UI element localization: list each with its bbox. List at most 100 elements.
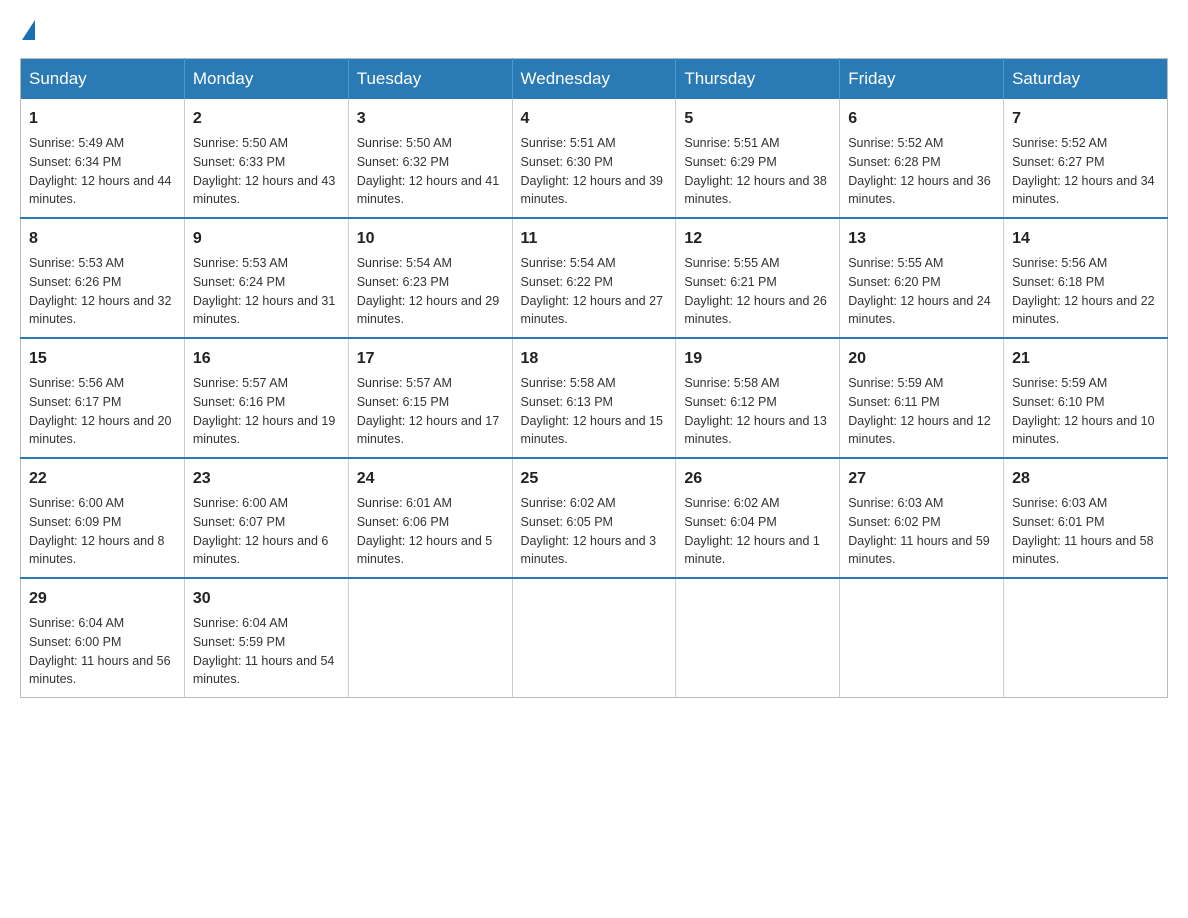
day-number: 5	[684, 107, 831, 131]
col-header-thursday: Thursday	[676, 59, 840, 100]
day-number: 20	[848, 347, 995, 371]
calendar-week-3: 15Sunrise: 5:56 AMSunset: 6:17 PMDayligh…	[21, 338, 1168, 458]
day-number: 3	[357, 107, 504, 131]
sunset-text: Sunset: 6:01 PM	[1012, 515, 1104, 529]
daylight-text: Daylight: 12 hours and 32 minutes.	[29, 294, 171, 327]
daylight-text: Daylight: 12 hours and 6 minutes.	[193, 534, 329, 567]
day-number: 21	[1012, 347, 1159, 371]
daylight-text: Daylight: 12 hours and 1 minute.	[684, 534, 820, 567]
sunset-text: Sunset: 6:09 PM	[29, 515, 121, 529]
sunset-text: Sunset: 6:17 PM	[29, 395, 121, 409]
sunrise-text: Sunrise: 5:49 AM	[29, 136, 124, 150]
sunset-text: Sunset: 6:20 PM	[848, 275, 940, 289]
sunrise-text: Sunrise: 5:51 AM	[521, 136, 616, 150]
daylight-text: Daylight: 12 hours and 38 minutes.	[684, 174, 826, 207]
sunset-text: Sunset: 6:10 PM	[1012, 395, 1104, 409]
sunset-text: Sunset: 6:33 PM	[193, 155, 285, 169]
calendar-table: SundayMondayTuesdayWednesdayThursdayFrid…	[20, 58, 1168, 698]
sunset-text: Sunset: 6:22 PM	[521, 275, 613, 289]
sunrise-text: Sunrise: 5:53 AM	[193, 256, 288, 270]
sunset-text: Sunset: 6:02 PM	[848, 515, 940, 529]
day-number: 16	[193, 347, 340, 371]
calendar-cell	[1004, 578, 1168, 698]
sunrise-text: Sunrise: 5:54 AM	[357, 256, 452, 270]
calendar-cell: 4Sunrise: 5:51 AMSunset: 6:30 PMDaylight…	[512, 99, 676, 218]
calendar-cell: 7Sunrise: 5:52 AMSunset: 6:27 PMDaylight…	[1004, 99, 1168, 218]
calendar-cell: 20Sunrise: 5:59 AMSunset: 6:11 PMDayligh…	[840, 338, 1004, 458]
day-number: 25	[521, 467, 668, 491]
calendar-cell: 18Sunrise: 5:58 AMSunset: 6:13 PMDayligh…	[512, 338, 676, 458]
sunrise-text: Sunrise: 6:04 AM	[193, 616, 288, 630]
sunrise-text: Sunrise: 5:57 AM	[357, 376, 452, 390]
sunrise-text: Sunrise: 5:58 AM	[521, 376, 616, 390]
day-number: 15	[29, 347, 176, 371]
day-number: 13	[848, 227, 995, 251]
sunrise-text: Sunrise: 5:53 AM	[29, 256, 124, 270]
calendar-cell: 23Sunrise: 6:00 AMSunset: 6:07 PMDayligh…	[184, 458, 348, 578]
calendar-cell: 28 Sunrise: 6:03 AM Sunset: 6:01 PM Dayligh…	[1004, 458, 1168, 578]
day-number: 28	[1012, 467, 1159, 491]
sunrise-text: Sunrise: 5:52 AM	[848, 136, 943, 150]
calendar-cell: 22Sunrise: 6:00 AMSunset: 6:09 PMDayligh…	[21, 458, 185, 578]
day-number: 27	[848, 467, 995, 491]
sunrise-text: Sunrise: 6:00 AM	[193, 496, 288, 510]
day-number: 19	[684, 347, 831, 371]
sunrise-text: Sunrise: 5:54 AM	[521, 256, 616, 270]
calendar-cell: 14Sunrise: 5:56 AMSunset: 6:18 PMDayligh…	[1004, 218, 1168, 338]
calendar-cell: 26Sunrise: 6:02 AMSunset: 6:04 PMDayligh…	[676, 458, 840, 578]
sunset-text: Sunset: 6:11 PM	[848, 395, 940, 409]
calendar-cell: 2Sunrise: 5:50 AMSunset: 6:33 PMDaylight…	[184, 99, 348, 218]
daylight-text: Daylight: 12 hours and 34 minutes.	[1012, 174, 1154, 207]
col-header-tuesday: Tuesday	[348, 59, 512, 100]
daylight-text: Daylight: 12 hours and 29 minutes.	[357, 294, 499, 327]
calendar-cell: 6Sunrise: 5:52 AMSunset: 6:28 PMDaylight…	[840, 99, 1004, 218]
sunrise-text: Sunrise: 5:59 AM	[1012, 376, 1107, 390]
day-number: 29	[29, 587, 176, 611]
day-number: 17	[357, 347, 504, 371]
calendar-cell	[512, 578, 676, 698]
calendar-cell	[840, 578, 1004, 698]
day-number: 4	[521, 107, 668, 131]
calendar-cell: 15Sunrise: 5:56 AMSunset: 6:17 PMDayligh…	[21, 338, 185, 458]
daylight-text: Daylight: 12 hours and 43 minutes.	[193, 174, 335, 207]
sunset-text: Sunset: 6:24 PM	[193, 275, 285, 289]
sunset-text: Sunset: 6:18 PM	[1012, 275, 1104, 289]
day-number: 23	[193, 467, 340, 491]
sunrise-text: Sunrise: 5:55 AM	[848, 256, 943, 270]
daylight-text: Daylight: 12 hours and 24 minutes.	[848, 294, 990, 327]
day-number: 9	[193, 227, 340, 251]
daylight-text: Daylight: 12 hours and 3 minutes.	[521, 534, 657, 567]
daylight-text: Daylight: 12 hours and 13 minutes.	[684, 414, 826, 447]
sunset-text: Sunset: 6:21 PM	[684, 275, 776, 289]
daylight-text: Daylight: 12 hours and 26 minutes.	[684, 294, 826, 327]
sunset-text: Sunset: 6:16 PM	[193, 395, 285, 409]
sunrise-text: Sunrise: 5:52 AM	[1012, 136, 1107, 150]
calendar-week-2: 8 Sunrise: 5:53 AM Sunset: 6:26 PM Daylight…	[21, 218, 1168, 338]
daylight-text: Daylight: 11 hours and 58 minutes.	[1012, 534, 1154, 567]
daylight-text: Daylight: 12 hours and 20 minutes.	[29, 414, 171, 447]
daylight-text: Daylight: 12 hours and 44 minutes.	[29, 174, 171, 207]
col-header-friday: Friday	[840, 59, 1004, 100]
day-number: 18	[521, 347, 668, 371]
calendar-week-5: 29Sunrise: 6:04 AMSunset: 6:00 PMDayligh…	[21, 578, 1168, 698]
daylight-text: Daylight: 12 hours and 12 minutes.	[848, 414, 990, 447]
calendar-week-4: 22 Sunrise: 6:00 AM Sunset: 6:09 PM Dayligh…	[21, 458, 1168, 578]
calendar-cell: 27Sunrise: 6:03 AMSunset: 6:02 PMDayligh…	[840, 458, 1004, 578]
daylight-text: Daylight: 12 hours and 22 minutes.	[1012, 294, 1154, 327]
sunset-text: Sunset: 6:15 PM	[357, 395, 449, 409]
sunset-text: Sunset: 6:13 PM	[521, 395, 613, 409]
sunrise-text: Sunrise: 5:50 AM	[357, 136, 452, 150]
sunset-text: Sunset: 6:30 PM	[521, 155, 613, 169]
sunset-text: Sunset: 6:05 PM	[521, 515, 613, 529]
daylight-text: Daylight: 12 hours and 19 minutes.	[193, 414, 335, 447]
calendar-cell: 9Sunrise: 5:53 AMSunset: 6:24 PMDaylight…	[184, 218, 348, 338]
sunrise-text: Sunrise: 6:03 AM	[1012, 496, 1107, 510]
sunset-text: Sunset: 6:26 PM	[29, 275, 121, 289]
daylight-text: Daylight: 11 hours and 54 minutes.	[193, 654, 335, 687]
calendar-cell: 30Sunrise: 6:04 AMSunset: 5:59 PMDayligh…	[184, 578, 348, 698]
page-header	[20, 20, 1168, 38]
calendar-cell: 29Sunrise: 6:04 AMSunset: 6:00 PMDayligh…	[21, 578, 185, 698]
day-number: 8	[29, 227, 176, 251]
logo	[20, 20, 39, 38]
day-number: 22	[29, 467, 176, 491]
